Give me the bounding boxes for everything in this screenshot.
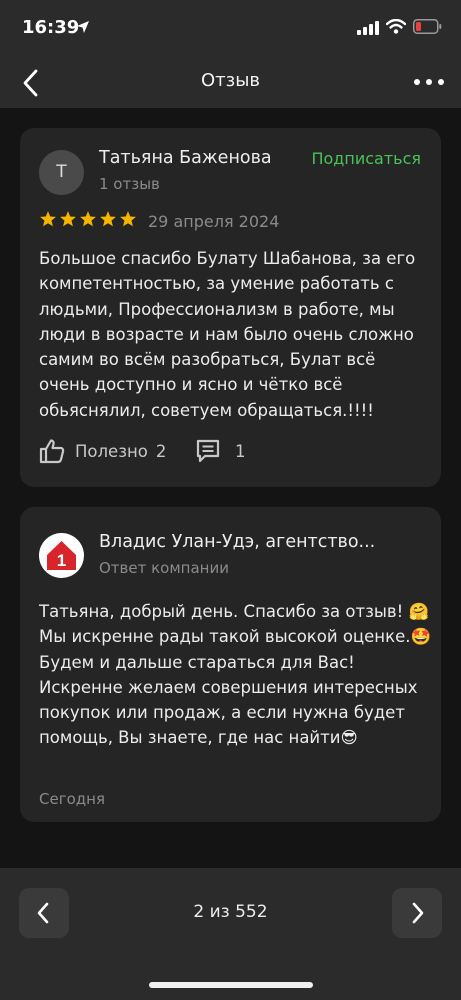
svg-text:1: 1 [57, 551, 66, 570]
house-logo-icon: 1 [47, 541, 76, 570]
helpful-count: 2 [155, 441, 167, 461]
review-card: Т Татьяна Баженова 1 отзыв Подписаться 2… [20, 128, 441, 487]
star-icon [120, 211, 136, 227]
comments-button[interactable]: 1 [195, 436, 246, 466]
thumbs-up-icon [39, 439, 65, 464]
comment-icon [196, 439, 220, 463]
pager-bar: 2 из 552 [0, 868, 461, 1000]
helpful-label: Полезно [75, 441, 148, 461]
company-logo[interactable]: 1 [39, 533, 84, 578]
author-name[interactable]: Татьяна Баженова [99, 148, 272, 168]
page-title: Отзыв [200, 70, 261, 91]
author-avatar[interactable]: Т [39, 150, 84, 195]
author-review-count: 1 отзыв [99, 175, 160, 193]
home-indicator[interactable] [149, 982, 313, 988]
status-time: 16:39 [22, 17, 80, 38]
star-icon [100, 211, 116, 227]
helpful-button[interactable]: Полезно 2 [39, 436, 166, 466]
company-reply-card: 1 Владис Улан-Удэ, агентство... Ответ ко… [20, 507, 441, 822]
subscribe-button[interactable]: Подписаться [311, 149, 421, 168]
review-date: 29 апреля 2024 [148, 212, 280, 231]
reply-date: Сегодня [39, 790, 105, 808]
more-horizontal-icon [414, 79, 444, 85]
chevron-right-icon [412, 902, 424, 924]
star-icon [60, 211, 76, 227]
next-review-button[interactable] [392, 888, 442, 938]
nav-bar: Отзыв [0, 56, 461, 108]
star-icon [80, 211, 96, 227]
reply-text: Татьяна, добрый день. Спасибо за отзыв! … [39, 602, 432, 748]
company-name[interactable]: Владис Улан-Удэ, агентство... [99, 532, 399, 552]
status-bar: 16:39 [0, 0, 461, 56]
location-arrow-icon [76, 19, 90, 38]
company-reply-label: Ответ компании [99, 559, 229, 577]
star-icon [40, 211, 56, 227]
battery-icon [413, 19, 442, 38]
rating-stars [39, 210, 137, 232]
more-options-button[interactable] [411, 68, 447, 96]
wifi-icon [385, 18, 407, 38]
cellular-signal-icon [357, 20, 379, 39]
comments-count: 1 [235, 441, 246, 461]
review-text: Большое спасибо Булату Шабанова, за его … [39, 249, 416, 420]
